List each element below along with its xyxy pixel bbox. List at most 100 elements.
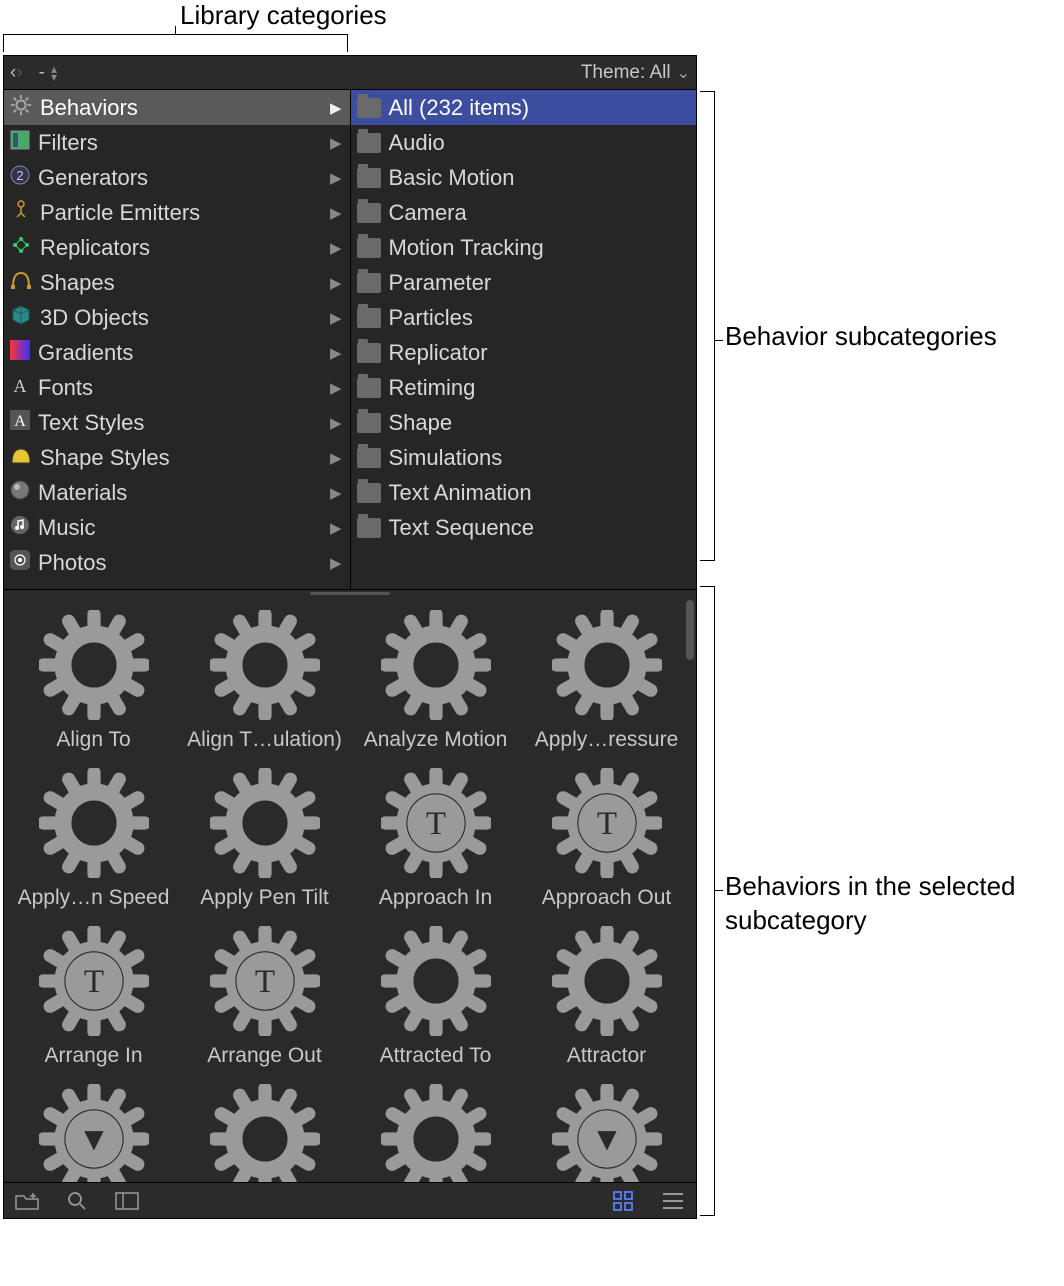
subcategory-simulations[interactable]: Simulations [351,440,697,475]
subcategory-label: Text Sequence [389,515,535,541]
theme-selector[interactable]: Theme: All ⌄ [581,62,690,84]
subcategory-label: All (232 items) [389,95,530,121]
folder-icon [357,238,381,258]
category-gradients[interactable]: Gradients▶ [4,335,350,370]
behavior-item[interactable]: TApproach Out [521,762,692,916]
search-icon [66,1190,88,1212]
behavior-item[interactable]: Attracted To [350,920,521,1074]
category-filters[interactable]: Filters▶ [4,125,350,160]
subcategory-basic[interactable]: Basic Motion [351,160,697,195]
folder-icon [357,518,381,538]
chevron-right-icon: ▶ [330,484,342,502]
folder-icon [357,98,381,118]
behavior-item[interactable]: Apply…n Speed [8,762,179,916]
list-view-button[interactable] [660,1190,686,1212]
behavior-item[interactable]: Attractor [521,920,692,1074]
chevron-right-icon: ▶ [330,554,342,572]
subcategory-text[interactable]: Text Animation [351,475,697,510]
category-music[interactable]: Music▶ [4,510,350,545]
subcategory-label: Parameter [389,270,492,296]
annotation-bracket-right-2 [700,586,715,1216]
subcategory-camera[interactable]: Camera [351,195,697,230]
subcategory-motion[interactable]: Motion Tracking [351,230,697,265]
behavior-label: Arrange In [44,1044,142,1068]
behavior-item[interactable]: TApproach In [350,762,521,916]
behavior-item[interactable]: ▼ [8,1078,179,1170]
nav-forward-button[interactable]: › [16,62,22,84]
new-folder-button[interactable] [14,1190,40,1212]
grid-view-icon [612,1190,634,1212]
particle-icon [10,199,32,227]
subcategory-audio[interactable]: Audio [351,125,697,160]
folder-icon [357,203,381,223]
category-label: Fonts [38,375,93,401]
behavior-label: Apply…n Speed [18,886,170,910]
chevron-right-icon: ▶ [330,169,342,187]
subcategory-particles[interactable]: Particles [351,300,697,335]
folder-icon [357,308,381,328]
annotation-tick-right2 [715,890,723,891]
category-replicators[interactable]: Replicators ▶ [4,230,350,265]
search-button[interactable] [64,1190,90,1212]
path-popup[interactable]: - ▴▾ [39,62,57,84]
category-shapes[interactable]: Shapes▶ [4,265,350,300]
subcategory-all[interactable]: All (232 items) [351,90,697,125]
shapestyle-icon [10,445,32,471]
behavior-item[interactable]: Align T…ulation) [179,604,350,758]
behavior-label: Approach In [379,886,492,910]
folder-icon [357,168,381,188]
chevron-right-icon: ▶ [330,449,342,467]
subcategory-label: Basic Motion [389,165,515,191]
svg-text:T: T [83,964,103,1000]
behavior-item[interactable]: Apply Pen Tilt [179,762,350,916]
category-materials[interactable]: Materials▶ [4,475,350,510]
category-label: Replicators [40,235,150,261]
sidebar-toggle-button[interactable] [114,1190,140,1212]
gear-icon: T [381,768,491,884]
category-label: 3D Objects [40,305,149,331]
category-3d-objects[interactable]: 3D Objects ▶ [4,300,350,335]
subcategory-parameter[interactable]: Parameter [351,265,697,300]
svg-text:A: A [14,413,26,430]
behavior-item[interactable]: TArrange Out [179,920,350,1074]
subcategory-text[interactable]: Text Sequence [351,510,697,545]
subcategory-shape[interactable]: Shape [351,405,697,440]
category-particle-emitters[interactable]: Particle Emitters▶ [4,195,350,230]
behavior-item[interactable] [350,1078,521,1170]
category-text-styles[interactable]: AText Styles▶ [4,405,350,440]
behavior-label: Align T…ulation) [187,728,342,752]
gear-icon [552,926,662,1042]
behavior-label: Analyze Motion [364,728,508,752]
gear-icon [552,610,662,726]
chevron-right-icon: ▶ [330,239,342,257]
svg-text:T: T [596,806,616,842]
library-toolbar: ‹ › - ▴▾ Theme: All ⌄ [4,56,696,90]
behavior-item[interactable] [179,1078,350,1170]
behavior-item[interactable]: Align To [8,604,179,758]
chevron-right-icon: ▶ [330,204,342,222]
category-generators[interactable]: 2Generators▶ [4,160,350,195]
chevron-right-icon: ▶ [330,344,342,362]
behavior-label: Attracted To [380,1044,492,1068]
category-behaviors[interactable]: Behaviors▶ [4,90,350,125]
grid-view-button[interactable] [610,1190,636,1212]
scrollbar-thumb[interactable] [686,600,694,660]
path-display: - [39,62,45,84]
music-icon [10,515,30,541]
behavior-item[interactable]: Analyze Motion [350,604,521,758]
subcategory-replicator[interactable]: Replicator [351,335,697,370]
category-columns: Behaviors▶Filters▶2Generators▶Particle E… [4,90,696,590]
behavior-item[interactable]: Apply…ressure [521,604,692,758]
category-fonts[interactable]: AFonts▶ [4,370,350,405]
gear-icon [381,926,491,1042]
behavior-item[interactable]: ▼ [521,1078,692,1170]
behavior-item[interactable]: T Arrange In [8,920,179,1074]
chevron-right-icon: ▶ [330,309,342,327]
subcategory-label: Particles [389,305,473,331]
category-photos[interactable]: Photos▶ [4,545,350,580]
subcategory-retiming[interactable]: Retiming [351,370,697,405]
category-shape-styles[interactable]: Shape Styles▶ [4,440,350,475]
subcategory-label: Text Animation [389,480,532,506]
items-grid-wrapper: Align To Align T…ulation) Analyze Motion Ap… [4,596,696,1182]
textstyle-icon: A [10,410,30,436]
